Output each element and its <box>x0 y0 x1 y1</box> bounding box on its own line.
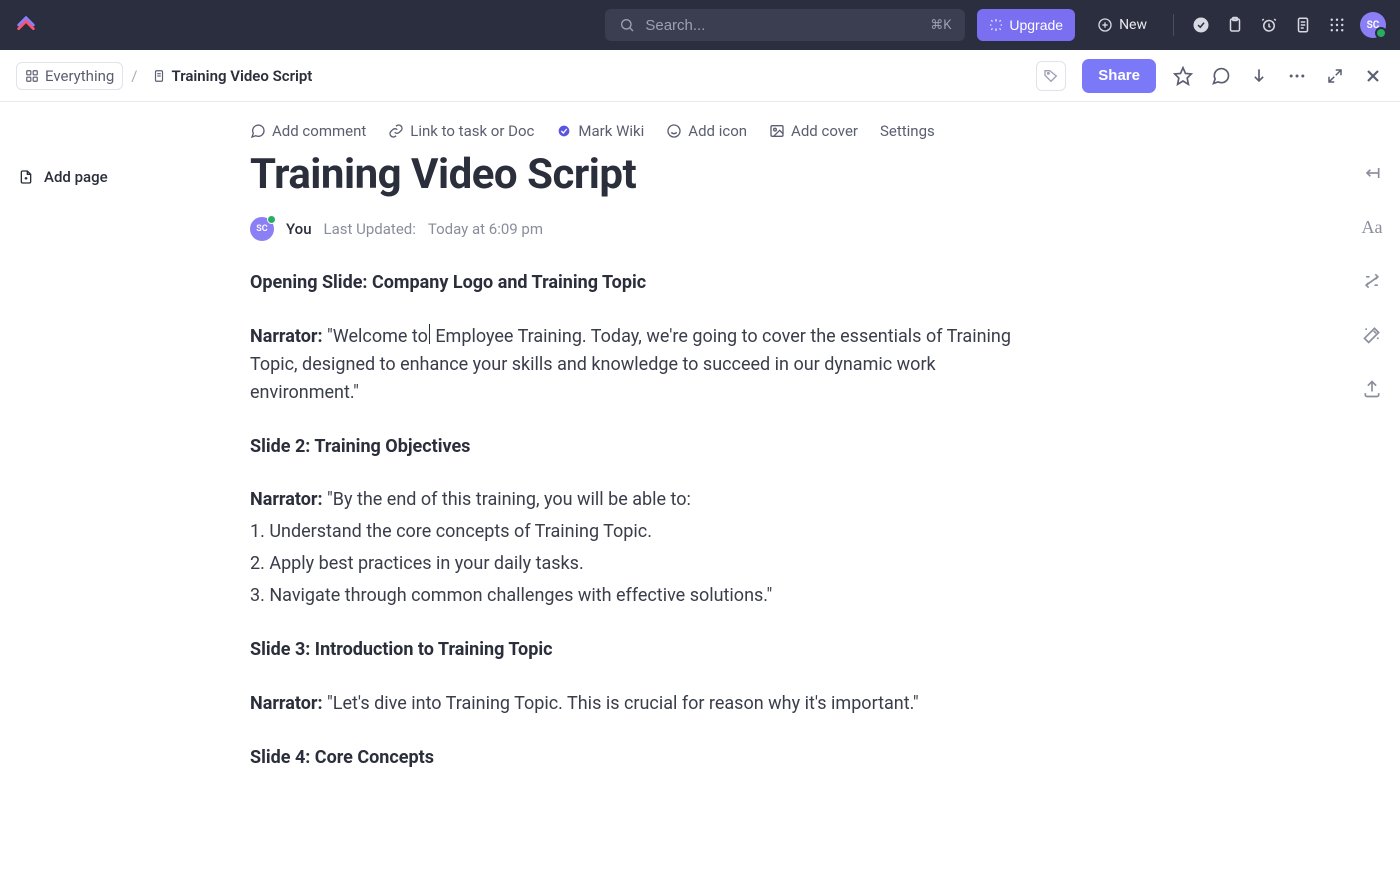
document-body[interactable]: Opening Slide: Company Logo and Training… <box>250 269 1040 772</box>
tag-button[interactable] <box>1036 61 1066 91</box>
close-icon[interactable] <box>1362 65 1384 87</box>
link-task-action[interactable]: Link to task or Doc <box>388 122 534 140</box>
download-icon[interactable] <box>1248 65 1270 87</box>
settings-action[interactable]: Settings <box>880 122 935 140</box>
search-input[interactable] <box>645 17 920 34</box>
list-item-1[interactable]: 1. Understand the core concepts of Train… <box>250 518 1040 546</box>
updated-label: Last Updated: <box>324 220 416 238</box>
heading-opening-slide[interactable]: Opening Slide: Company Logo and Training… <box>250 269 1040 297</box>
collapse-icon[interactable] <box>1324 65 1346 87</box>
byline: SC You Last Updated: Today at 6:09 pm <box>250 217 1040 241</box>
image-icon <box>769 123 785 139</box>
doc-actions-bar: Add comment Link to task or Doc Mark Wik… <box>250 122 1040 140</box>
avatar[interactable]: SC <box>1360 12 1386 38</box>
plus-circle-icon <box>1097 17 1113 33</box>
new-button[interactable]: New <box>1087 9 1157 41</box>
breadcrumb-separator: / <box>131 67 137 85</box>
clipboard-icon[interactable] <box>1224 14 1246 36</box>
star-icon[interactable] <box>1172 65 1194 87</box>
text-style-icon[interactable]: Aa <box>1361 216 1383 238</box>
upgrade-button[interactable]: Upgrade <box>977 9 1075 41</box>
search-icon <box>619 17 635 33</box>
heading-slide-3[interactable]: Slide 3: Introduction to Training Topic <box>250 636 1040 664</box>
app-logo[interactable] <box>14 13 38 37</box>
emoji-icon <box>666 123 682 139</box>
divider <box>1173 14 1174 36</box>
swap-icon[interactable] <box>1361 270 1383 292</box>
mark-wiki-action[interactable]: Mark Wiki <box>556 122 644 140</box>
upload-icon[interactable] <box>1361 378 1383 400</box>
list-item-3[interactable]: 3. Navigate through common challenges wi… <box>250 582 1040 610</box>
text-cursor <box>429 324 430 344</box>
document-icon[interactable] <box>1292 14 1314 36</box>
heading-slide-4[interactable]: Slide 4: Core Concepts <box>250 744 1040 772</box>
author-name: You <box>286 220 312 238</box>
breadcrumb-root[interactable]: Everything <box>16 62 123 90</box>
comment-plus-icon <box>250 123 266 139</box>
search-box[interactable]: ⌘K <box>605 9 965 41</box>
paragraph-narrator-3[interactable]: Narrator: "Let's dive into Training Topi… <box>250 690 1040 718</box>
add-icon-action[interactable]: Add icon <box>666 122 747 140</box>
magic-wand-icon[interactable] <box>1361 324 1383 346</box>
breadcrumb-page[interactable]: Training Video Script <box>146 63 319 89</box>
paragraph-narrator-1[interactable]: Narrator: "Welcome to Employee Training.… <box>250 323 1040 407</box>
add-cover-action[interactable]: Add cover <box>769 122 858 140</box>
add-page-icon <box>18 169 34 185</box>
grid-icon <box>25 69 39 83</box>
search-shortcut: ⌘K <box>930 18 951 33</box>
breadcrumb: Everything / Training Video Script <box>16 62 318 90</box>
format-rail: Aa <box>1344 102 1400 872</box>
more-icon[interactable] <box>1286 65 1308 87</box>
add-page-button[interactable]: Add page <box>18 122 232 186</box>
heading-slide-2[interactable]: Slide 2: Training Objectives <box>250 433 1040 461</box>
wiki-badge-icon <box>556 123 572 139</box>
outdent-icon[interactable] <box>1361 162 1383 184</box>
sparkle-icon <box>989 18 1003 32</box>
page-title[interactable]: Training Video Script <box>250 150 1040 199</box>
author-avatar[interactable]: SC <box>250 217 274 241</box>
page-icon <box>152 69 166 83</box>
list-item-2[interactable]: 2. Apply best practices in your daily ta… <box>250 550 1040 578</box>
add-comment-action[interactable]: Add comment <box>250 122 366 140</box>
share-button[interactable]: Share <box>1082 59 1156 93</box>
comment-icon[interactable] <box>1210 65 1232 87</box>
apps-grid-icon[interactable] <box>1326 14 1348 36</box>
alarm-icon[interactable] <box>1258 14 1280 36</box>
check-circle-icon[interactable] <box>1190 14 1212 36</box>
link-icon <box>388 123 404 139</box>
paragraph-narrator-2[interactable]: Narrator: "By the end of this training, … <box>250 486 1040 514</box>
updated-value: Today at 6:09 pm <box>428 220 543 238</box>
